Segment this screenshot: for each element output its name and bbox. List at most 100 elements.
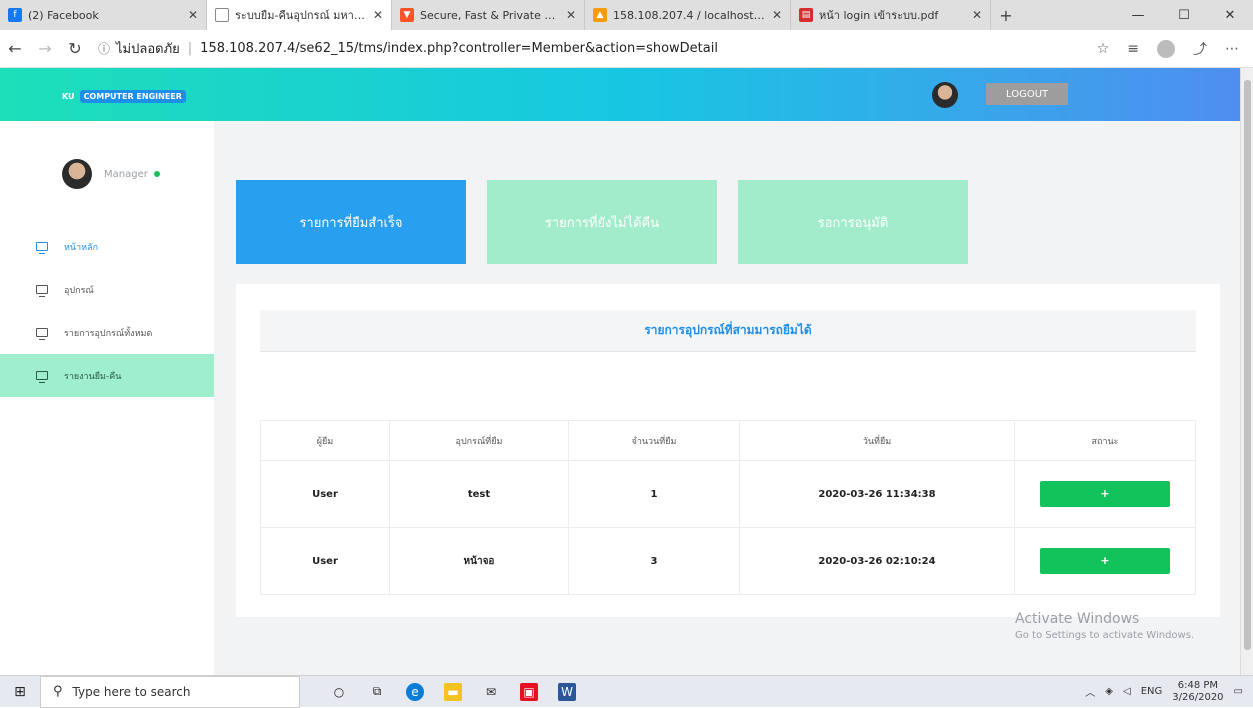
store-icon[interactable]: ▣ (520, 682, 538, 701)
info-icon[interactable]: ⓘ (98, 40, 110, 57)
page-icon (215, 8, 229, 22)
taskbar-search-input[interactable]: ⚲ Type here to search (40, 675, 300, 708)
brave-icon: ▼ (400, 8, 414, 22)
close-window-icon[interactable]: ✕ (1207, 0, 1253, 30)
security-label: ไม่ปลอดภัย (116, 42, 180, 57)
card-pending-approval[interactable]: รอการอนุมัติ (738, 180, 968, 264)
profile-icon[interactable] (1157, 39, 1175, 58)
browser-tabstrip: f (2) Facebook ✕ ระบบยืม-คืนอุปกรณ์ มหาว… (0, 0, 1253, 30)
tab-label: (2) Facebook (28, 8, 99, 22)
status-cell: + (1014, 527, 1196, 595)
device-cell: test (389, 460, 569, 528)
tab-pdf[interactable]: ▤ หน้า login เข้าระบบ.pdf ✕ (791, 0, 991, 30)
logout-button[interactable]: LOGOUT (986, 83, 1068, 105)
taskbar-apps: ○ ⧉ e ▬ ✉ ▣ W (330, 682, 576, 701)
sidebar-item-home[interactable]: หน้าหลัก (0, 225, 214, 268)
minimize-icon[interactable]: — (1115, 0, 1161, 30)
more-icon[interactable]: ⋯ (1225, 41, 1239, 57)
borrower-cell: User (260, 460, 390, 528)
main-content: รายการที่ยืมสำเร็จ รายการที่ยังไม่ได้คืน… (214, 121, 1240, 675)
url-field[interactable]: ⓘ ไม่ปลอดภัย | 158.108.207.4/se62_15/tms… (98, 38, 718, 59)
watermark-subtitle: Go to Settings to activate Windows. (1015, 630, 1195, 641)
table-header-row: ผู้ยืม อุปกรณ์ที่ยืม จำนวนที่ยืม วันที่ย… (260, 420, 1196, 461)
mail-icon[interactable]: ✉ (482, 683, 500, 701)
favorite-star-icon[interactable]: ☆ (1097, 41, 1110, 57)
column-header: วันที่ยืม (739, 420, 1015, 461)
refresh-icon[interactable]: ↻ (60, 39, 90, 58)
tab-label: Secure, Fast & Private Web Brow (420, 8, 560, 22)
url-text: 158.108.207.4/se62_15/tms/index.php?cont… (200, 41, 718, 56)
scrollbar-thumb[interactable] (1244, 80, 1251, 650)
sidebar-item-label: อุปกรณ์ (64, 285, 94, 296)
favorites-list-icon[interactable]: ≡ (1127, 41, 1139, 57)
browser-toolbar: ☆ ≡ ⤴ ⋯ (1097, 39, 1253, 59)
new-tab-button[interactable]: + (991, 0, 1021, 30)
quantity-cell: 3 (568, 527, 740, 595)
brand-prefix: KU (62, 92, 75, 101)
search-icon: ⚲ (53, 684, 63, 699)
notification-icon[interactable]: ▭ (1234, 686, 1243, 697)
return-button[interactable]: + (1040, 548, 1170, 574)
avatar[interactable] (932, 82, 958, 108)
maximize-icon[interactable]: ☐ (1161, 0, 1207, 30)
close-icon[interactable]: ✕ (188, 8, 198, 22)
monitor-icon (36, 242, 48, 254)
column-header: ผู้ยืม (260, 420, 390, 461)
table-row: User test 1 2020-03-26 11:34:38 + (260, 460, 1196, 528)
borrow-table: ผู้ยืม อุปกรณ์ที่ยืม จำนวนที่ยืม วันที่ย… (260, 420, 1196, 595)
status-cell: + (1014, 460, 1196, 528)
tab-label: ระบบยืม-คืนอุปกรณ์ มหาวิทยาลัยเกษ (235, 9, 367, 22)
monitor-icon (36, 285, 48, 297)
file-explorer-icon[interactable]: ▬ (444, 682, 462, 701)
sidebar-item-devices[interactable]: อุปกรณ์ (0, 268, 214, 311)
back-icon[interactable]: ← (0, 39, 30, 58)
window-controls: — ☐ ✕ (1115, 0, 1253, 30)
column-header: จำนวนที่ยืม (568, 420, 740, 461)
network-icon[interactable]: ◈ (1105, 686, 1113, 697)
clock[interactable]: 6:48 PM 3/26/2020 (1172, 680, 1223, 704)
sidebar-item-all-devices[interactable]: รายการอุปกรณ์ทั้งหมด (0, 311, 214, 354)
share-icon[interactable]: ⤴ (1193, 39, 1207, 59)
chevron-up-icon[interactable]: ︿ (1085, 684, 1095, 699)
scrollbar[interactable] (1240, 68, 1253, 675)
quantity-cell: 1 (568, 460, 740, 528)
user-block: Manager (62, 159, 160, 189)
close-icon[interactable]: ✕ (772, 8, 782, 22)
online-status-icon (153, 171, 160, 177)
volume-icon[interactable]: ◁ (1123, 686, 1131, 697)
close-icon[interactable]: ✕ (566, 8, 576, 22)
word-icon[interactable]: W (558, 682, 576, 701)
tab-brave[interactable]: ▼ Secure, Fast & Private Web Brow ✕ (392, 0, 585, 30)
url-separator: | (187, 41, 193, 56)
tab-borrow-system[interactable]: ระบบยืม-คืนอุปกรณ์ มหาวิทยาลัยเกษ ✕ (207, 0, 392, 30)
phpmyadmin-icon: ▲ (593, 8, 607, 22)
clock-date: 3/26/2020 (1172, 691, 1224, 703)
device-cell: หน้าจอ (389, 527, 569, 595)
close-icon[interactable]: ✕ (373, 8, 383, 22)
brand-tag: COMPUTER ENGINEER (79, 90, 186, 103)
task-view-icon[interactable]: ⧉ (368, 683, 386, 701)
return-button[interactable]: + (1040, 481, 1170, 507)
cortana-icon[interactable]: ○ (330, 683, 348, 701)
system-tray: ︿ ◈ ◁ ENG 6:48 PM 3/26/2020 ▭ (1085, 680, 1253, 704)
tab-phpmyadmin[interactable]: ▲ 158.108.207.4 / localhost / se62 ✕ (585, 0, 791, 30)
tab-facebook[interactable]: f (2) Facebook ✕ (0, 0, 207, 30)
sidebar: Manager หน้าหลัก อุปกรณ์ รายการอุปกรณ์ทั… (0, 121, 214, 675)
language-indicator[interactable]: ENG (1141, 686, 1163, 697)
monitor-icon (36, 371, 48, 383)
card-borrow-success[interactable]: รายการที่ยืมสำเร็จ (236, 180, 466, 264)
site-header: KU COMPUTER ENGINEER LOGOUT (0, 68, 1240, 121)
date-cell: 2020-03-26 11:34:38 (739, 460, 1015, 528)
forward-icon[interactable]: → (30, 39, 60, 58)
borrower-cell: User (260, 527, 390, 595)
facebook-icon: f (8, 8, 22, 22)
edge-icon[interactable]: e (406, 682, 424, 701)
sidebar-item-borrow-report[interactable]: รายงานยืม-คืน (0, 354, 214, 397)
clock-time: 6:48 PM (1177, 679, 1219, 691)
brand-logo[interactable]: KU COMPUTER ENGINEER (62, 90, 186, 103)
card-not-returned[interactable]: รายการที่ยังไม่ได้คืน (487, 180, 717, 264)
sidebar-item-label: รายการอุปกรณ์ทั้งหมด (64, 328, 153, 339)
close-icon[interactable]: ✕ (972, 8, 982, 22)
windows-start-icon[interactable]: ⊞ (0, 684, 40, 700)
sidebar-item-label: หน้าหลัก (64, 242, 99, 253)
